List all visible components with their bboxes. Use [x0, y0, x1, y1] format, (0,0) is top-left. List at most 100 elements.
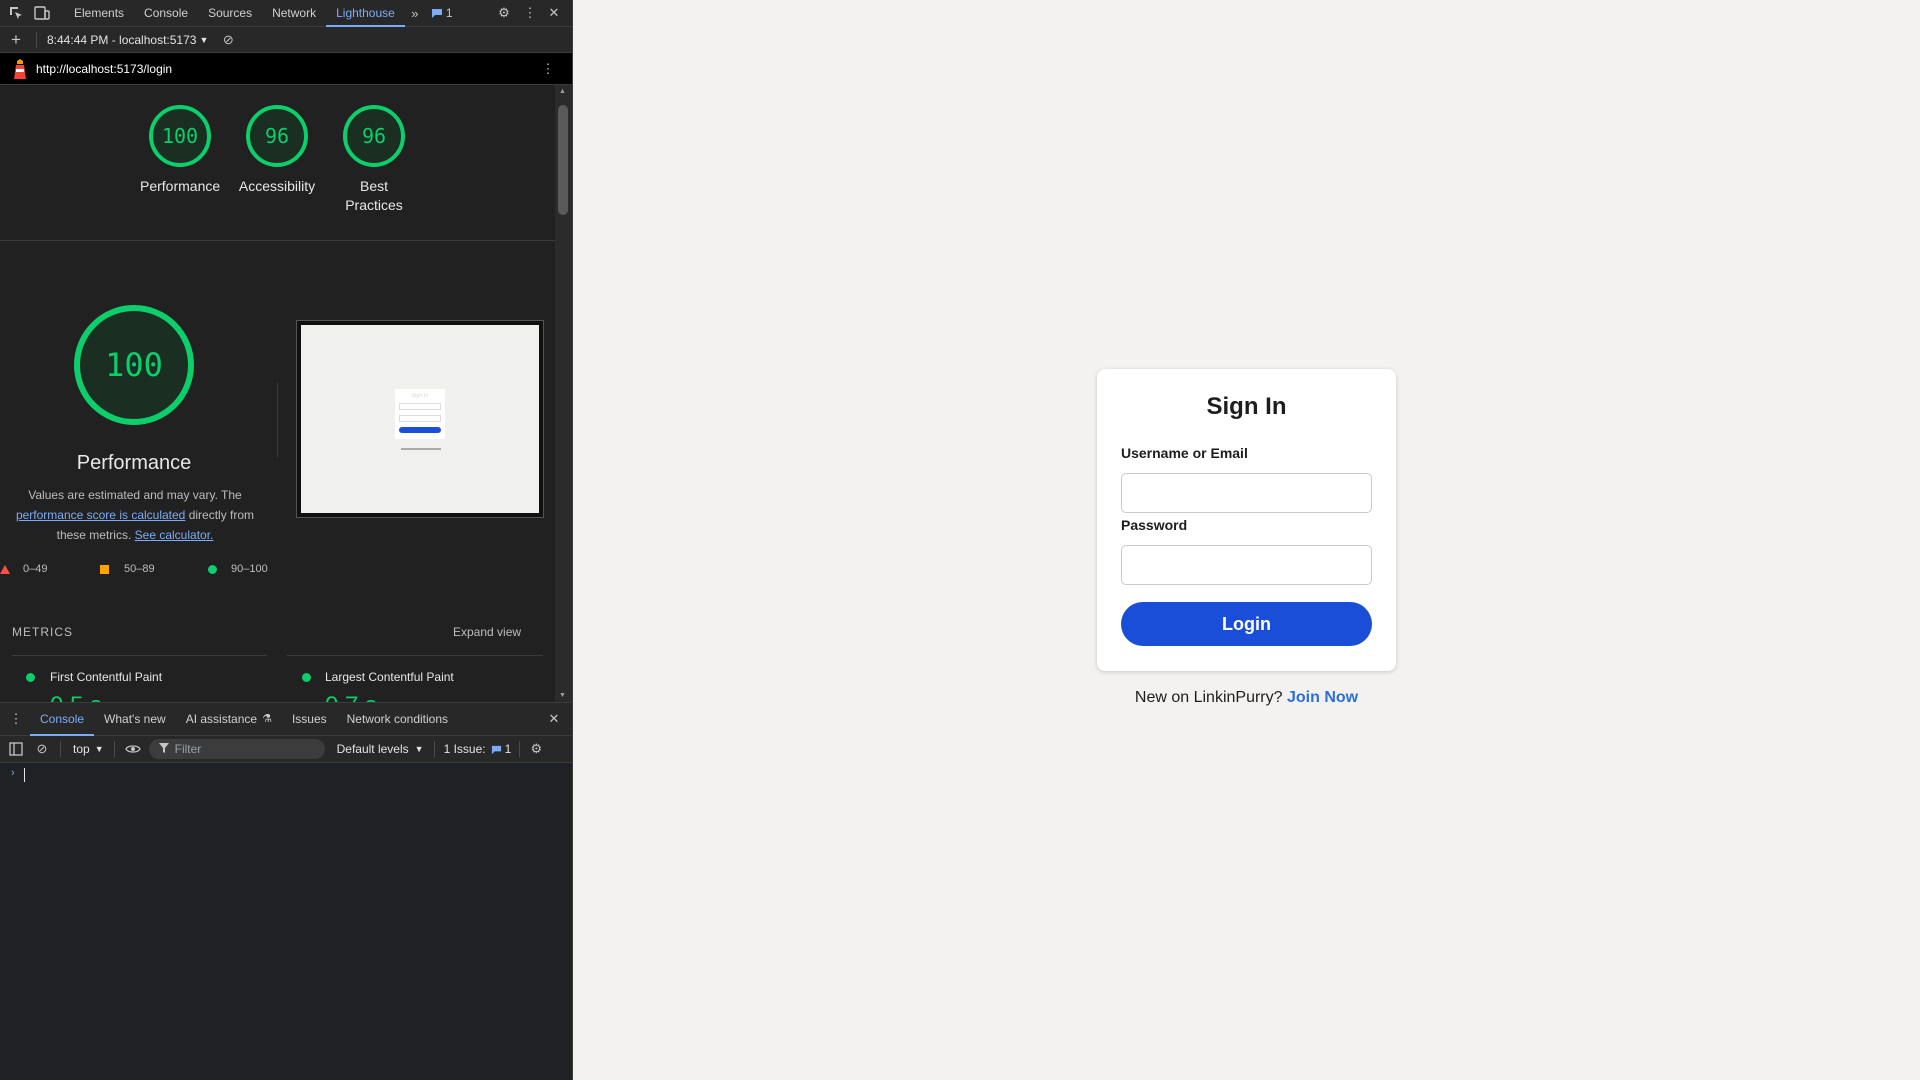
new-report-plus-icon[interactable]: +: [8, 30, 24, 49]
audited-url[interactable]: http://localhost:5173/login: [36, 62, 172, 76]
username-input[interactable]: [1121, 473, 1372, 513]
expand-view-button[interactable]: Expand view: [453, 625, 521, 639]
username-label: Username or Email: [1121, 445, 1248, 461]
tab-console[interactable]: Console: [134, 0, 198, 27]
close-drawer-icon[interactable]: ✕: [546, 711, 562, 727]
performance-gauge-large-circle: 100: [74, 305, 194, 425]
more-tabs-icon[interactable]: »: [407, 5, 423, 21]
gauge-accessibility-circle: 96: [246, 105, 308, 167]
message-icon: [491, 745, 501, 754]
audited-url-bar: http://localhost:5173/login ⋮: [0, 53, 572, 85]
password-input[interactable]: [1121, 545, 1372, 585]
gauge-best-practices[interactable]: 96 Best Practices: [334, 105, 414, 215]
thumbnail-title: Sign In: [411, 393, 429, 399]
log-levels-label: Default levels: [336, 742, 409, 756]
dropdown-arrow-icon: ▼: [199, 34, 209, 45]
devtools-panel: Elements Console Sources Network Lightho…: [0, 0, 573, 1080]
drawer-tab-ai-assistance[interactable]: AI assistance ⚗: [176, 702, 282, 736]
gauge-score: 96: [264, 124, 290, 148]
gauge-accessibility[interactable]: 96 Accessibility: [234, 105, 320, 196]
tab-sources[interactable]: Sources: [198, 0, 262, 27]
performance-description: Values are estimated and may vary. The p…: [0, 485, 270, 545]
context-selector[interactable]: top ▼: [73, 742, 104, 756]
context-label: top: [73, 742, 90, 756]
gauge-score: 100: [161, 124, 199, 148]
join-now-link[interactable]: Join Now: [1287, 689, 1358, 706]
final-screenshot-thumbnail[interactable]: Sign In: [296, 320, 544, 518]
device-toolbar-icon[interactable]: [34, 5, 50, 21]
issues-label: 1 Issue:: [443, 742, 486, 756]
metric-value: 0.7 s: [325, 692, 377, 702]
tab-elements[interactable]: Elements: [64, 0, 134, 27]
login-button[interactable]: Login: [1121, 602, 1372, 646]
console-output[interactable]: ›: [0, 763, 572, 1080]
issues-count: 1: [445, 6, 453, 20]
filter-placeholder: Filter: [174, 742, 202, 756]
thumbnail-join-line: [401, 448, 441, 450]
gauge-best-practices-circle: 96: [343, 105, 405, 167]
console-filter-input[interactable]: Filter: [148, 739, 325, 759]
metric-name: First Contentful Paint: [50, 670, 163, 684]
gauge-score: 96: [361, 124, 387, 148]
report-selector-label: 8:44:44 PM - localhost:5173: [47, 32, 197, 47]
drawer-tab-label: AI assistance: [185, 712, 258, 726]
clear-reports-icon[interactable]: ⊘: [220, 32, 236, 48]
dropdown-arrow-icon: ▼: [94, 744, 104, 754]
console-settings-gear-icon[interactable]: ⚙: [528, 741, 544, 757]
prompt-chevron-icon: ›: [11, 767, 15, 779]
lighthouse-report: 100 Performance 96 Accessibility 96 Best…: [0, 85, 555, 702]
gauge-performance[interactable]: 100 Performance: [140, 105, 220, 196]
tab-network[interactable]: Network: [262, 0, 326, 27]
legend-fail: 0–49: [23, 563, 48, 575]
drawer-menu-icon[interactable]: ⋮: [8, 711, 24, 727]
scrollbar-thumb[interactable]: [558, 105, 568, 215]
clear-console-icon[interactable]: ⊘: [34, 741, 50, 757]
kebab-menu-icon[interactable]: ⋮: [522, 5, 538, 21]
drawer-tabbar: ⋮ Console What's new AI assistance ⚗ Iss…: [0, 702, 572, 736]
console-issues-button[interactable]: 1 Issue: 1: [444, 742, 512, 756]
settings-gear-icon[interactable]: ⚙: [496, 5, 512, 21]
lighthouse-toolbar: + 8:44:44 PM - localhost:5173 ▼ ⊘: [0, 27, 572, 53]
report-menu-icon[interactable]: ⋮: [540, 61, 556, 77]
scroll-up-arrow-icon[interactable]: ▲: [559, 88, 566, 95]
thumbnail-card: Sign In: [395, 389, 445, 439]
join-prompt-line: New on LinkinPurry? Join Now: [1097, 689, 1396, 707]
flask-icon: ⚗: [262, 713, 272, 725]
tab-lighthouse[interactable]: Lighthouse: [326, 0, 405, 27]
score-calculated-link[interactable]: performance score is calculated: [16, 508, 185, 522]
drawer-tab-console[interactable]: Console: [30, 702, 95, 736]
inspect-element-icon[interactable]: [8, 5, 24, 21]
drawer-tab-issues[interactable]: Issues: [282, 702, 337, 736]
issues-count: 1: [504, 742, 512, 756]
live-expression-eye-icon[interactable]: [124, 741, 141, 757]
filter-funnel-icon: [158, 742, 169, 756]
lighthouse-logo-icon: [12, 58, 28, 80]
legend-average: 50–89: [124, 563, 155, 575]
drawer-tab-network-conditions[interactable]: Network conditions: [337, 702, 458, 736]
console-toolbar: ⊘ top ▼ Filter Default levels ▼ 1 Issue:…: [0, 736, 572, 763]
gauge-label: Accessibility: [238, 178, 316, 194]
issues-indicator[interactable]: 1: [431, 6, 453, 20]
log-levels-dropdown[interactable]: Default levels ▼: [337, 742, 424, 756]
vertical-divider: [277, 383, 278, 457]
thumbnail-input: [399, 403, 441, 410]
metric-value: 0.5 s: [50, 692, 102, 702]
section-divider: [0, 240, 555, 241]
close-devtools-icon[interactable]: ✕: [546, 5, 562, 21]
drawer-tab-whats-new[interactable]: What's new: [94, 702, 176, 736]
report-selector[interactable]: 8:44:44 PM - localhost:5173 ▼: [47, 33, 208, 47]
devtools-tabbar: Elements Console Sources Network Lightho…: [0, 0, 572, 27]
console-cursor[interactable]: [24, 768, 25, 782]
metric-name: Largest Contentful Paint: [325, 670, 454, 684]
thumbnail-input: [399, 415, 441, 422]
message-icon: [431, 9, 442, 18]
pass-circle-icon: [208, 565, 217, 574]
report-scrollbar[interactable]: ▲ ▼: [555, 85, 572, 702]
gauge-label: Performance: [140, 178, 221, 194]
thumbnail-button: [399, 427, 441, 433]
scroll-down-arrow-icon[interactable]: ▼: [559, 692, 566, 699]
metrics-divider: [287, 655, 543, 656]
sidebar-toggle-icon[interactable]: [8, 741, 24, 757]
see-calculator-link[interactable]: See calculator.: [135, 528, 214, 542]
legend-pass: 90–100: [231, 563, 268, 575]
